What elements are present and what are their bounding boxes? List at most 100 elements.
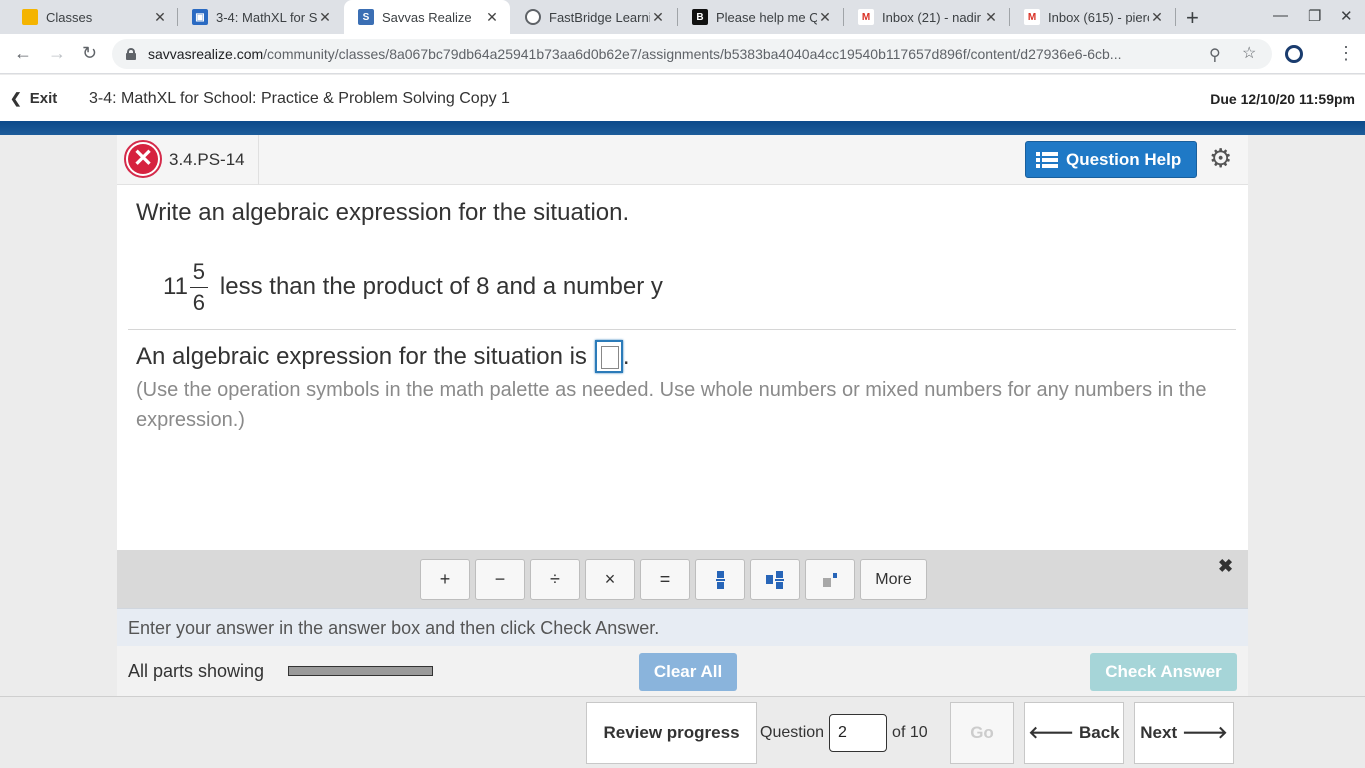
close-tab-icon[interactable]: ✕ (484, 9, 500, 26)
mixed-number-icon (766, 570, 784, 589)
back-arrow-icon[interactable]: ← (14, 43, 32, 64)
gmail-icon: M (858, 9, 874, 25)
google-classroom-icon (22, 9, 38, 25)
parts-progress-bar (288, 666, 433, 676)
minus-button[interactable]: − (475, 559, 525, 600)
exponent-icon (823, 572, 837, 587)
tab-title: Savvas Realize (382, 9, 472, 25)
browser-tab-mathxl[interactable]: ▣ 3-4: MathXL for Sc ✕ (178, 0, 343, 34)
browser-tab-inbox-615[interactable]: M Inbox (615) - pierc ✕ (1010, 0, 1175, 34)
situation-expression: 11 5 6 less than the product of 8 and a … (163, 255, 663, 319)
question-panel: ✕ 3.4.PS-14 Question Help ⚙ Write an alg… (117, 135, 1248, 550)
close-tab-icon[interactable]: ✕ (152, 9, 168, 26)
assignment-header: ❮ Exit 3-4: MathXL for School: Practice … (0, 75, 1365, 121)
forward-arrow-icon[interactable]: → (48, 43, 66, 64)
close-tab-icon[interactable]: ✕ (650, 9, 666, 26)
restore-icon[interactable]: ❐ (1308, 7, 1321, 25)
fraction-denominator: 6 (192, 289, 206, 315)
exit-button[interactable]: ❮ Exit (10, 90, 57, 107)
minimize-icon[interactable]: — (1273, 7, 1288, 24)
browser-tab-inbox-21[interactable]: M Inbox (21) - nadir ✕ (844, 0, 1009, 34)
question-help-label: Question Help (1066, 149, 1182, 169)
go-button[interactable]: Go (950, 702, 1014, 764)
address-bar[interactable]: savvasrealize.com /community/classes/8a0… (112, 39, 1272, 69)
back-label: Back (1078, 723, 1120, 742)
browser-tab-classes[interactable]: Classes ✕ (8, 0, 178, 34)
next-button[interactable]: Next 🡒 (1134, 702, 1234, 764)
chevron-left-icon: ❮ (10, 90, 22, 106)
browser-tab-fastbridge[interactable]: FastBridge Learni ✕ (511, 0, 676, 34)
close-window-icon[interactable]: ✕ (1340, 7, 1353, 25)
bookmark-star-icon[interactable]: ☆ (1242, 43, 1256, 63)
plus-button[interactable]: + (420, 559, 470, 600)
browser-tab-strip: Classes ✕ ▣ 3-4: MathXL for Sc ✕ S Savva… (0, 0, 1365, 34)
browser-tab-brainly[interactable]: B Please help me Q ✕ (678, 0, 843, 34)
close-tab-icon[interactable]: ✕ (317, 9, 333, 26)
close-tab-icon[interactable]: ✕ (1149, 9, 1165, 26)
browser-tab-savvas-realize[interactable]: S Savvas Realize ✕ (344, 0, 510, 34)
lock-icon (126, 48, 136, 60)
footer-nav: Review progress Question of 10 Go 🡐 Back… (0, 696, 1365, 768)
answer-line: An algebraic expression for the situatio… (136, 340, 630, 373)
browser-menu-icon[interactable]: ⋮ (1337, 43, 1355, 64)
profile-avatar-icon[interactable] (1285, 45, 1303, 63)
close-palette-icon[interactable]: ✖ (1218, 556, 1233, 577)
mixed-number-button[interactable] (750, 559, 800, 600)
question-id: 3.4.PS-14 (169, 150, 245, 169)
gear-icon[interactable]: ⚙ (1209, 145, 1232, 171)
question-bar: ✕ 3.4.PS-14 Question Help ⚙ (117, 135, 1248, 185)
zoom-icon[interactable]: ⚲ (1209, 45, 1221, 65)
fraction-icon (715, 570, 725, 589)
portrait-icon: ▣ (192, 9, 208, 25)
incorrect-status-icon: ✕ (124, 140, 162, 178)
tab-title: FastBridge Learni (549, 9, 650, 25)
math-palette: + − ÷ × = More ✖ (117, 550, 1248, 608)
fraction-button[interactable] (695, 559, 745, 600)
close-tab-icon[interactable]: ✕ (983, 9, 999, 26)
divide-button[interactable]: ÷ (530, 559, 580, 600)
equals-button[interactable]: = (640, 559, 690, 600)
parts-showing-label: All parts showing (128, 661, 265, 681)
action-bar: All parts showing Clear All Check Answer (117, 646, 1248, 696)
savvas-icon: S (358, 9, 374, 25)
instruction-text: Enter your answer in the answer box and … (117, 608, 1248, 646)
mixed-number-fraction: 5 6 (189, 258, 208, 316)
tab-title: 3-4: MathXL for Sc (216, 9, 317, 25)
answer-input-box[interactable] (594, 340, 623, 373)
reload-icon[interactable]: ↻ (82, 43, 97, 64)
answer-lead-text: An algebraic expression for the situatio… (136, 342, 587, 370)
question-prompt: Write an algebraic expression for the si… (136, 199, 630, 226)
back-button[interactable]: 🡐 Back (1024, 702, 1124, 764)
answer-hint: (Use the operation symbols in the math p… (136, 379, 1207, 431)
question-help-button[interactable]: Question Help (1025, 141, 1197, 178)
answer-tail-text: . (622, 342, 630, 370)
exponent-button[interactable] (805, 559, 855, 600)
fraction-numerator: 5 (192, 258, 206, 284)
gmail-icon: M (1024, 9, 1040, 25)
tab-title: Inbox (21) - nadir (882, 9, 981, 25)
due-date: Due 12/10/20 11:59pm (1210, 91, 1355, 107)
review-progress-button[interactable]: Review progress (586, 702, 757, 764)
exit-label: Exit (29, 90, 58, 107)
globe-icon (525, 9, 541, 25)
tab-title: Classes (46, 9, 93, 25)
tab-title: Inbox (615) - pierc (1048, 9, 1149, 25)
tab-title: Please help me Q (716, 9, 817, 25)
divider (128, 329, 1236, 330)
assignment-title: 3-4: MathXL for School: Practice & Probl… (89, 90, 510, 107)
close-tab-icon[interactable]: ✕ (817, 9, 833, 26)
check-answer-button[interactable]: Check Answer (1090, 653, 1237, 691)
multiply-button[interactable]: × (585, 559, 635, 600)
clear-all-button[interactable]: Clear All (639, 653, 737, 691)
arrow-left-icon: 🡐 (1028, 723, 1074, 742)
mixed-number-whole: 11 (163, 273, 188, 300)
situation-text: less than the product of 8 and a number … (219, 273, 663, 300)
url-path: /community/classes/8a067bc79db64a25941b7… (263, 46, 1122, 62)
arrow-right-icon: 🡒 (1182, 723, 1228, 742)
question-total-label: of 10 (892, 724, 928, 741)
more-button[interactable]: More (860, 559, 927, 600)
new-tab-button[interactable]: + (1186, 5, 1199, 31)
header-band (0, 121, 1365, 135)
question-number-input[interactable] (829, 714, 888, 752)
browser-toolbar: ← → ↻ savvasrealize.com /community/class… (0, 34, 1365, 74)
